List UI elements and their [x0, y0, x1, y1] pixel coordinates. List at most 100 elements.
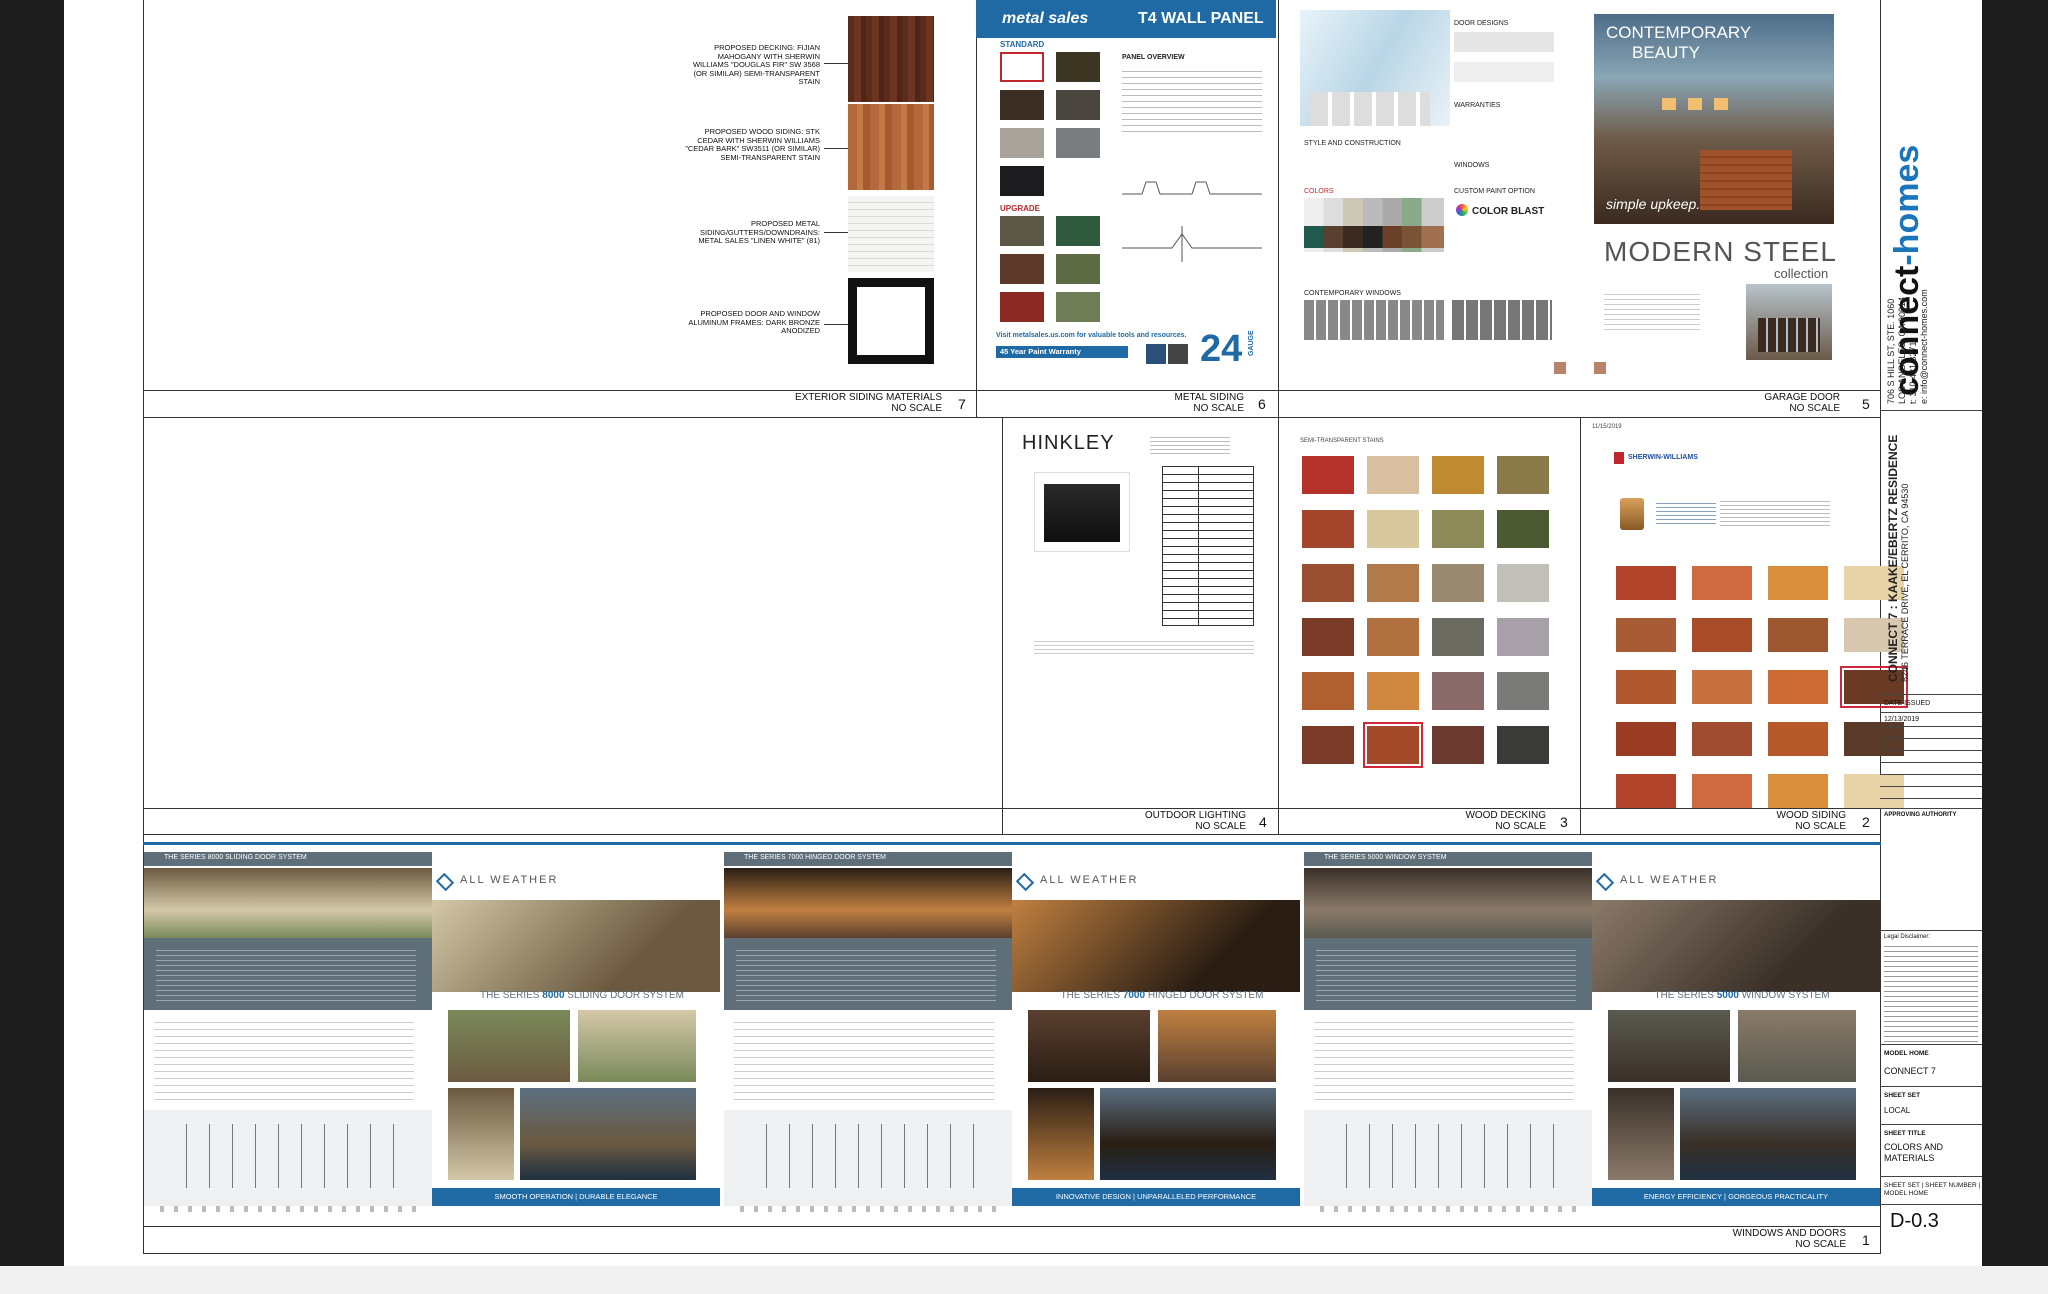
overview-text-block — [1122, 66, 1262, 136]
warranties-heading: WARRANTIES — [1454, 102, 1501, 109]
window-light — [1662, 98, 1676, 110]
address-line-1: 706 S HILL ST, STE. 1060 — [1886, 298, 1896, 404]
swatch-thumb — [1554, 362, 1566, 374]
row1-caption-top — [143, 390, 1881, 391]
gallery-photo — [578, 1010, 696, 1082]
gallery-photo — [1608, 1088, 1674, 1180]
brochure-feature-list — [734, 1016, 994, 1106]
panel-5-number: 5 — [1862, 396, 1870, 412]
tb-rule — [1880, 694, 1982, 695]
series-name-prefix: THE SERIES — [480, 990, 543, 1001]
product-links — [1656, 500, 1716, 526]
hero-line-2: BEAUTY — [1632, 43, 1701, 62]
panel-6-scale: NO SCALE — [1193, 403, 1244, 414]
product-title: T4 WALL PANEL — [1138, 10, 1264, 27]
decking-label: PROPOSED DECKING: FIJIAN MAHOGANY WITH S… — [692, 43, 820, 86]
stain-swatch — [1768, 722, 1828, 756]
stain-swatch — [1844, 774, 1904, 808]
leader-line — [824, 148, 848, 149]
color-chip — [1056, 254, 1100, 284]
panel-1-title: WINDOWS AND DOORS — [1732, 1228, 1846, 1239]
metal-siding-swatch — [848, 196, 934, 272]
decking-swatch — [848, 16, 934, 102]
brochure-footer-text — [150, 1206, 426, 1212]
divider-p4-p3 — [1278, 417, 1279, 835]
stain-can-image — [1620, 498, 1644, 530]
gauge-number: 24 — [1200, 328, 1243, 370]
upgrade-heading: UPGRADE — [1000, 204, 1041, 213]
project-address: 8246 TERRACE DRIVE, EL CERRITO, CA 94530 — [1900, 483, 1910, 682]
brochure-footer-text — [730, 1206, 1006, 1212]
stain-swatch — [1768, 618, 1828, 652]
section-drawings — [164, 1124, 404, 1188]
hero-tagline: simple upkeep. — [1606, 196, 1701, 212]
color-chip — [1056, 52, 1100, 82]
brochure-footer-text — [1310, 1206, 1586, 1212]
sheet-set-value: LOCAL — [1884, 1106, 1911, 1115]
tb-rule — [1880, 1044, 1982, 1045]
panel-6-number: 6 — [1258, 396, 1266, 412]
sheet-legend: SHEET SET | SHEET NUMBER | MODEL HOME — [1884, 1182, 1981, 1197]
stain-swatch — [1692, 670, 1752, 704]
address-line-4: e: info@connect-homes.com — [1919, 289, 1929, 404]
collection-text — [1604, 290, 1700, 330]
panel-7-scale: NO SCALE — [891, 403, 942, 414]
collection-subtitle: collection — [1774, 266, 1829, 281]
stain-swatch — [1692, 618, 1752, 652]
spec-table-divider — [1198, 466, 1199, 626]
panel-4-number: 4 — [1259, 814, 1267, 830]
stain-swatch — [1432, 456, 1484, 494]
panel-4-scale: NO SCALE — [1195, 821, 1246, 832]
stain-swatch — [1302, 672, 1354, 710]
tb-rule — [1880, 1176, 1982, 1177]
energy-star-icon — [1168, 344, 1188, 364]
window-options-alt — [1452, 300, 1552, 340]
panel-profile-drawing — [1122, 181, 1262, 195]
color-chip — [1000, 254, 1044, 284]
gallery-photo — [1608, 1010, 1730, 1082]
gallery-photo — [1680, 1088, 1856, 1180]
tb-rule — [1880, 798, 1982, 799]
divider-p3-p2 — [1580, 417, 1581, 835]
series-name: THE SERIES 8000 SLIDING DOOR SYSTEM — [472, 990, 692, 1001]
stain-swatch — [1692, 566, 1752, 600]
stain-swatch — [1363, 722, 1423, 768]
stain-swatch — [1367, 672, 1419, 710]
logo-homes: -homes — [1888, 144, 1926, 266]
window-light — [1714, 98, 1728, 110]
brochure-product-photo — [432, 900, 720, 992]
project-block: CONNECT 7 : KAAKE/EBERTZ RESIDENCE 8246 … — [1886, 435, 1910, 682]
panel-3-scale: NO SCALE — [1495, 821, 1546, 832]
tb-rule — [1880, 808, 1982, 809]
stain-swatch — [1497, 726, 1549, 764]
garage-door-photo — [1700, 150, 1792, 210]
series-number: 5000 — [1716, 990, 1739, 1001]
date-issued-label: DATE ISSUED — [1884, 700, 1931, 707]
brochure-hero-photo — [144, 868, 432, 938]
color-row-2 — [1304, 226, 1444, 248]
divider-p4-left — [1002, 417, 1003, 835]
gallery-photo — [1028, 1010, 1150, 1082]
tb-rule — [1880, 1204, 1982, 1205]
panel-2-scale: NO SCALE — [1795, 821, 1846, 832]
stain-swatch — [1497, 456, 1549, 494]
brochure-product-photo — [1012, 900, 1300, 992]
sheet-set-label: SHEET SET — [1884, 1092, 1921, 1099]
leader-line — [824, 232, 848, 233]
panel-2-number: 2 — [1862, 814, 1870, 830]
panel-3-title: WOOD DECKING — [1465, 810, 1546, 821]
frame-bottom-line — [143, 1253, 1881, 1254]
leader-line — [824, 324, 848, 325]
product-description — [1720, 498, 1830, 528]
gauge-label: GAUGE — [1248, 330, 1255, 356]
date-issued: 12/13/2019 — [1884, 716, 1920, 723]
stain-swatch — [1302, 726, 1354, 764]
color-blast-logo: COLOR BLAST — [1472, 206, 1545, 217]
panel-2-title: WOOD SIDING — [1776, 810, 1846, 821]
color-chip — [1000, 90, 1044, 120]
stain-swatch — [1692, 722, 1752, 756]
stain-swatch — [1616, 670, 1676, 704]
color-chip — [1056, 90, 1100, 120]
wood-siding-label: PROPOSED WOOD SIDING: STK CEDAR WITH SHE… — [685, 127, 820, 162]
hero-line-1: CONTEMPORARY — [1606, 23, 1752, 42]
